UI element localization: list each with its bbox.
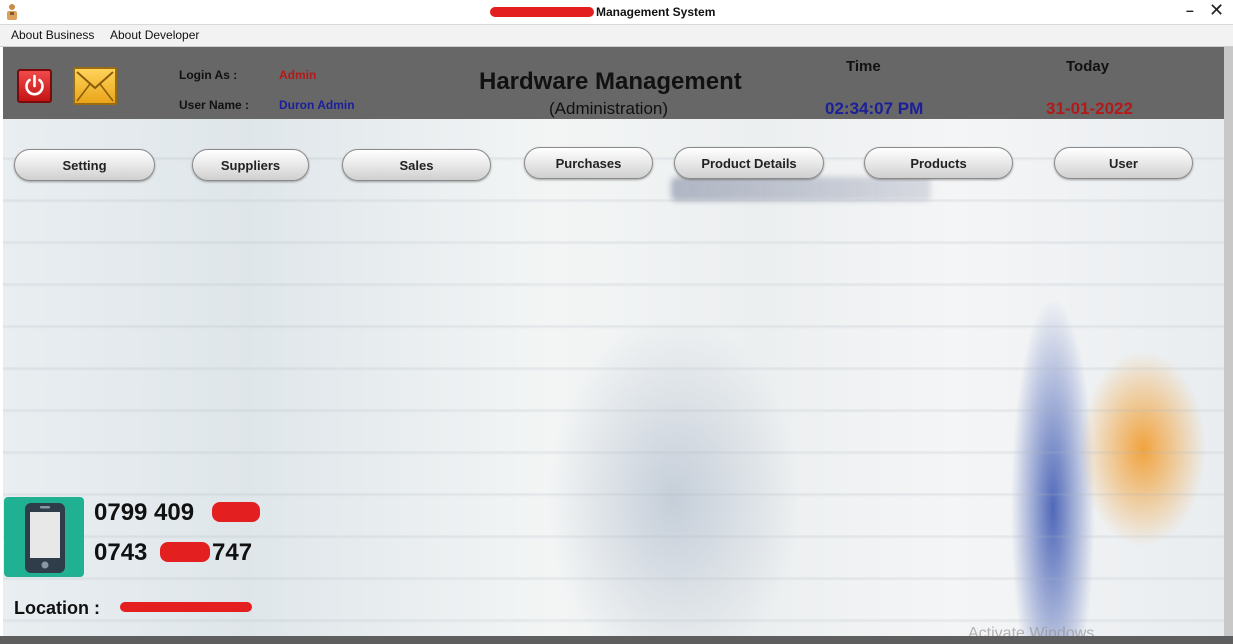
nav-product-details-button[interactable]: Product Details [674,147,824,179]
window-right-border [1224,47,1233,644]
close-button[interactable]: ✕ [1209,0,1224,21]
location-label: Location : [14,598,100,618]
app-icon [7,4,17,20]
date-value: 31-01-2022 [1046,99,1133,118]
user-name-label: User Name : [179,98,250,112]
nav-products-button[interactable]: Products [864,147,1013,179]
window-title: Management System [596,5,716,19]
today-label: Today [1066,58,1110,75]
redacted-phone-2 [160,542,210,562]
menu-bar: About Business About Developer [0,25,1233,47]
power-button[interactable] [17,69,52,103]
nav-user-button[interactable]: User [1054,147,1193,179]
redacted-phone-1 [212,502,260,522]
menu-about-developer[interactable]: About Developer [110,28,199,42]
redacted-location [120,602,252,612]
phone-number-1: 0799 409 [94,499,195,526]
nav-suppliers-button[interactable]: Suppliers [192,149,309,181]
background-sign [671,177,931,201]
minimize-button[interactable]: – [1186,2,1194,18]
nav-setting-button[interactable]: Setting [14,149,155,181]
nav-purchases-button[interactable]: Purchases [524,147,653,179]
redacted-title-part [490,7,594,17]
clock-value: 02:34:07 PM [825,99,924,118]
power-icon [25,74,44,96]
status-strip [0,636,1233,644]
mobile-phone-icon [25,503,65,573]
phone-badge [4,497,84,577]
phone-number-2-suffix: 747 [212,539,253,566]
app-title: Hardware Management [479,68,742,95]
menu-about-business[interactable]: About Business [11,28,94,42]
header-panel: Login As : Admin User Name : Duron Admin… [3,47,1224,119]
window-titlebar: Management System – ✕ [0,0,1233,25]
nav-sales-button[interactable]: Sales [342,149,491,181]
user-name-value: Duron Admin [279,98,355,112]
login-as-label: Login As : [179,68,238,82]
login-as-value: Admin [279,68,317,82]
phone-number-2-prefix: 0743 [94,539,148,566]
mail-icon [76,71,114,102]
mail-button[interactable] [73,67,117,105]
time-label: Time [846,58,881,75]
app-subtitle: (Administration) [549,99,669,118]
